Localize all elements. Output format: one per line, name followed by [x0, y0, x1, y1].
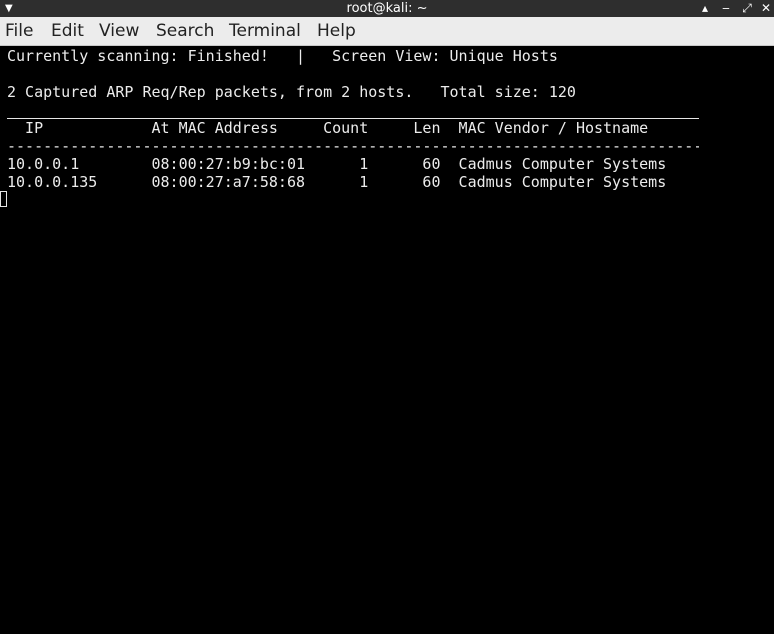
shade-window-icon[interactable]: ▴: [697, 0, 713, 17]
menu-terminal[interactable]: Terminal: [229, 17, 301, 46]
window-title: root@kali: ~: [346, 1, 428, 16]
menu-edit[interactable]: Edit: [51, 17, 84, 46]
close-icon[interactable]: ✕: [758, 0, 774, 17]
title-bar[interactable]: ▼ root@kali: ~ ▴ ‒ ⤢ ✕: [0, 0, 774, 17]
menu-search[interactable]: Search: [156, 17, 214, 46]
text-cursor: [0, 191, 7, 207]
table-row: 10.0.0.1 08:00:27:b9:bc:01 1 60 Cadmus C…: [7, 155, 667, 173]
table-separator: ----------------------------------------…: [7, 137, 699, 155]
summary-line: 2 Captured ARP Req/Rep packets, from 2 h…: [7, 83, 576, 101]
table-header: IP At MAC Address Count Len MAC Vendor /…: [7, 119, 649, 137]
menu-bar: File Edit View Search Terminal Help: [0, 17, 774, 46]
menu-view[interactable]: View: [99, 17, 139, 46]
maximize-icon[interactable]: ⤢: [739, 0, 755, 17]
terminal-output[interactable]: Currently scanning: Finished! | Screen V…: [0, 46, 774, 634]
terminal-window: ▼ root@kali: ~ ▴ ‒ ⤢ ✕ File Edit View Se…: [0, 0, 774, 634]
menu-file[interactable]: File: [5, 17, 33, 46]
status-line: Currently scanning: Finished! | Screen V…: [7, 47, 558, 65]
minimize-icon[interactable]: ‒: [718, 0, 734, 17]
menu-help[interactable]: Help: [317, 17, 356, 46]
table-row: 10.0.0.135 08:00:27:a7:58:68 1 60 Cadmus…: [7, 173, 667, 191]
